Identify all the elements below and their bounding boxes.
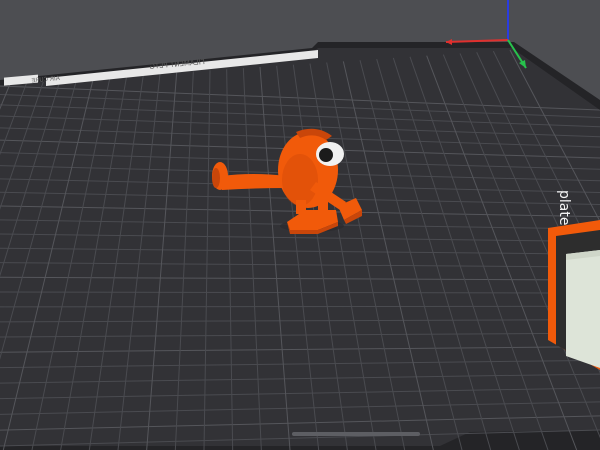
x-axis bbox=[445, 39, 509, 43]
bed-front-handle bbox=[292, 432, 420, 436]
scene-canvas[interactable]: FILAMENT PETG AIR CURE plate bbox=[0, 0, 600, 450]
bed-side-label: plate bbox=[556, 190, 572, 225]
3d-viewport[interactable]: FILAMENT PETG AIR CURE plate bbox=[0, 0, 600, 450]
model-arm-left bbox=[222, 174, 286, 190]
model-pupil bbox=[319, 148, 333, 162]
grid-row-line bbox=[0, 305, 600, 308]
